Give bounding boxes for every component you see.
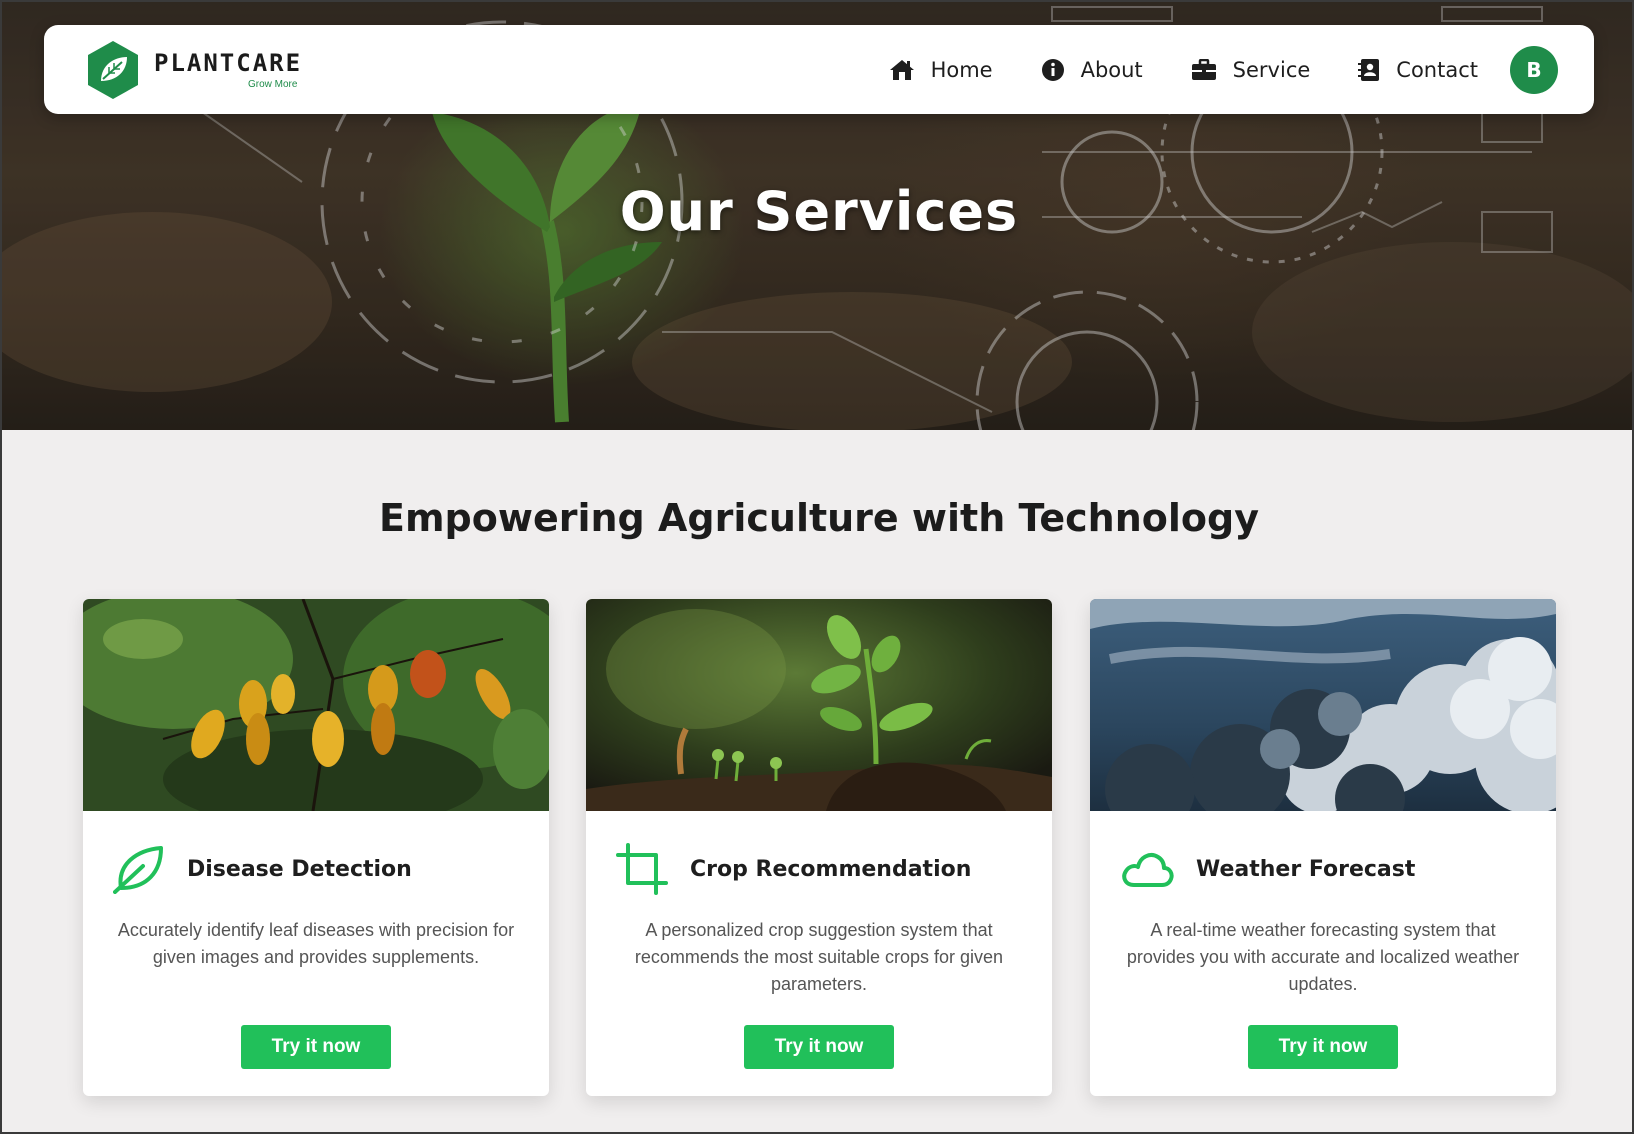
- try-it-now-button[interactable]: Try it now: [1248, 1025, 1398, 1069]
- card-title: Crop Recommendation: [690, 856, 972, 882]
- plant-logo-icon: [88, 41, 138, 99]
- nav-contact-label: Contact: [1396, 57, 1478, 82]
- nav-about[interactable]: About: [1041, 58, 1143, 82]
- card-description: A real-time weather forecasting system t…: [1126, 920, 1520, 994]
- crop-icon: [616, 843, 668, 895]
- nav-contact[interactable]: Contact: [1358, 58, 1478, 82]
- nav-about-label: About: [1080, 57, 1143, 82]
- brand-logo-link[interactable]: PLANTCARE Grow More: [84, 39, 324, 101]
- contact-icon: [1358, 58, 1380, 81]
- nav-service-label: Service: [1232, 57, 1311, 82]
- try-it-now-button[interactable]: Try it now: [241, 1025, 391, 1069]
- info-icon: [1041, 58, 1064, 81]
- card-image-seedling: [586, 599, 1052, 811]
- service-card-crop-recommendation: Crop Recommendation A personalized crop …: [586, 599, 1052, 1096]
- cloud-icon: [1122, 853, 1174, 887]
- card-title: Weather Forecast: [1196, 856, 1416, 882]
- try-it-now-button[interactable]: Try it now: [744, 1025, 894, 1069]
- card-header: Weather Forecast: [1120, 839, 1415, 899]
- card-header: Crop Recommendation: [616, 839, 971, 899]
- card-description: A personalized crop suggestion system th…: [634, 920, 1004, 994]
- navbar: PLANTCARE Grow More Home About Service C…: [44, 25, 1594, 114]
- nav-menu: Home About Service Contact B: [841, 25, 1558, 114]
- brand-name: PLANTCARE: [154, 49, 303, 77]
- nav-home-label: Home: [930, 57, 993, 82]
- hero-title: Our Services: [619, 180, 1019, 243]
- card-header: Disease Detection: [113, 839, 412, 899]
- card-image-clouds: [1090, 599, 1556, 811]
- user-avatar[interactable]: B: [1510, 45, 1558, 94]
- card-image-leaves: [83, 599, 549, 811]
- service-card-disease-detection: Disease Detection Accurately identify le…: [83, 599, 549, 1096]
- nav-home[interactable]: Home: [889, 58, 993, 82]
- brand-tagline: Grow More: [248, 79, 298, 90]
- card-description: Accurately identify leaf diseases with p…: [117, 920, 515, 967]
- home-icon: [889, 59, 914, 80]
- nav-service[interactable]: Service: [1191, 57, 1311, 82]
- card-title: Disease Detection: [187, 856, 412, 882]
- service-card-weather-forecast: Weather Forecast A real-time weather for…: [1090, 599, 1556, 1096]
- section-title: Empowering Agriculture with Technology: [379, 496, 1259, 540]
- leaf-icon: [113, 846, 163, 894]
- briefcase-icon: [1191, 58, 1216, 80]
- page-frame: Our Services PLANTCARE Grow More Home Ab…: [0, 0, 1634, 1134]
